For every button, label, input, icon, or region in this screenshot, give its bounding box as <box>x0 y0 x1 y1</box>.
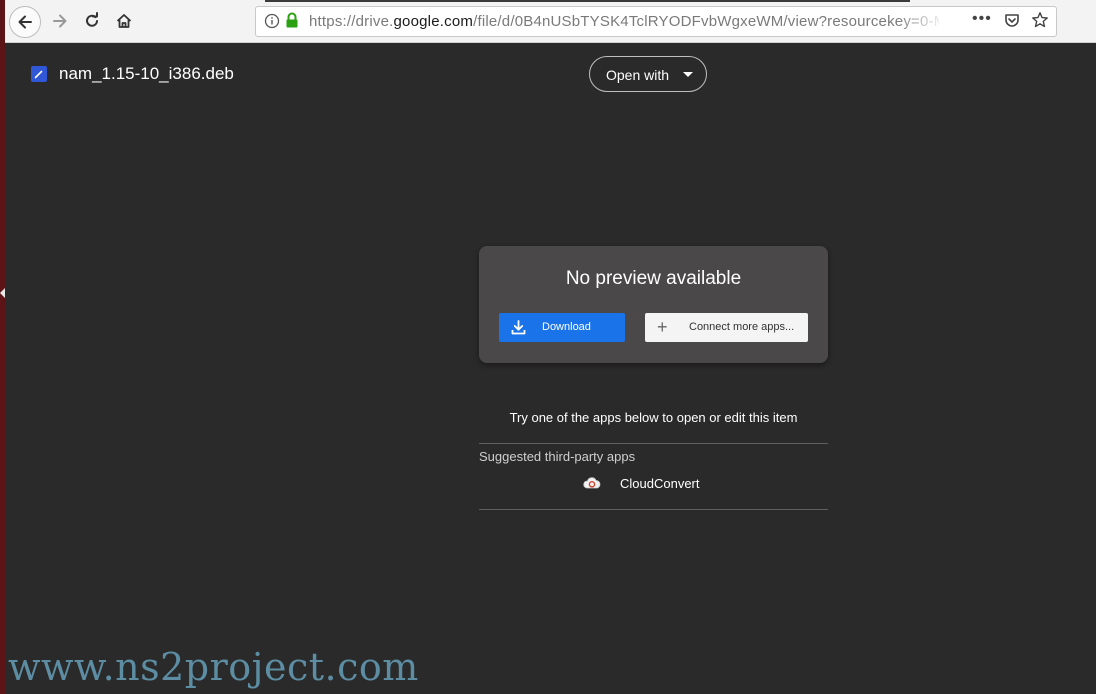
address-bar[interactable]: https://drive.google.com/file/d/0B4nUSbT… <box>255 6 1057 37</box>
suggested-apps-heading: Suggested third-party apps <box>479 449 636 464</box>
divider <box>479 443 828 444</box>
file-type-icon <box>31 66 47 82</box>
home-icon <box>116 14 132 28</box>
url-fade <box>896 9 946 33</box>
back-button[interactable] <box>9 6 41 38</box>
watermark: www.ns2project.com <box>8 645 419 689</box>
star-icon[interactable] <box>1031 11 1049 29</box>
info-icon[interactable] <box>264 13 280 29</box>
forward-button[interactable] <box>45 6 75 36</box>
connect-more-apps-button[interactable]: + Connect more apps... <box>645 313 808 342</box>
app-name: CloudConvert <box>620 476 700 491</box>
divider <box>479 509 828 510</box>
url-prefix: https://drive. <box>309 13 394 30</box>
cloudconvert-icon <box>583 477 601 489</box>
reload-icon <box>86 12 98 27</box>
download-icon <box>511 320 526 335</box>
reload-button[interactable] <box>77 6 107 36</box>
url-host: google.com <box>393 13 474 30</box>
url-text[interactable]: https://drive.google.com/file/d/0B4nUSbT… <box>309 13 939 30</box>
back-icon <box>18 15 32 29</box>
tab-strip-edge <box>265 0 910 2</box>
caret-down-icon <box>683 72 693 77</box>
no-preview-title: No preview available <box>565 268 742 289</box>
download-button[interactable]: Download <box>499 313 625 342</box>
file-name: nam_1.15-10_i386.deb <box>59 64 234 83</box>
connect-more-apps-label: Connect more apps... <box>689 321 795 333</box>
apps-prompt: Try one of the apps below to open or edi… <box>509 410 798 425</box>
forward-icon <box>53 14 67 28</box>
url-path: /file/d/0B4nUSbTYSK4TclRYODFvbWgxeWM/vie… <box>473 13 939 30</box>
browser-toolbar: https://drive.google.com/file/d/0B4nUSbT… <box>5 0 1096 43</box>
home-button[interactable] <box>109 6 139 36</box>
left-edge-notch <box>0 288 5 298</box>
open-with-button[interactable]: Open with <box>589 56 707 92</box>
pocket-icon[interactable] <box>1003 12 1021 30</box>
left-window-edge <box>0 0 5 694</box>
download-label: Download <box>542 321 591 333</box>
pencil-icon <box>34 70 43 79</box>
no-preview-card: No preview available Download + Connect … <box>479 246 828 363</box>
more-icon[interactable]: ••• <box>972 10 992 28</box>
lock-icon[interactable] <box>285 12 299 29</box>
plus-icon: + <box>657 317 668 337</box>
open-with-label: Open with <box>606 67 670 83</box>
